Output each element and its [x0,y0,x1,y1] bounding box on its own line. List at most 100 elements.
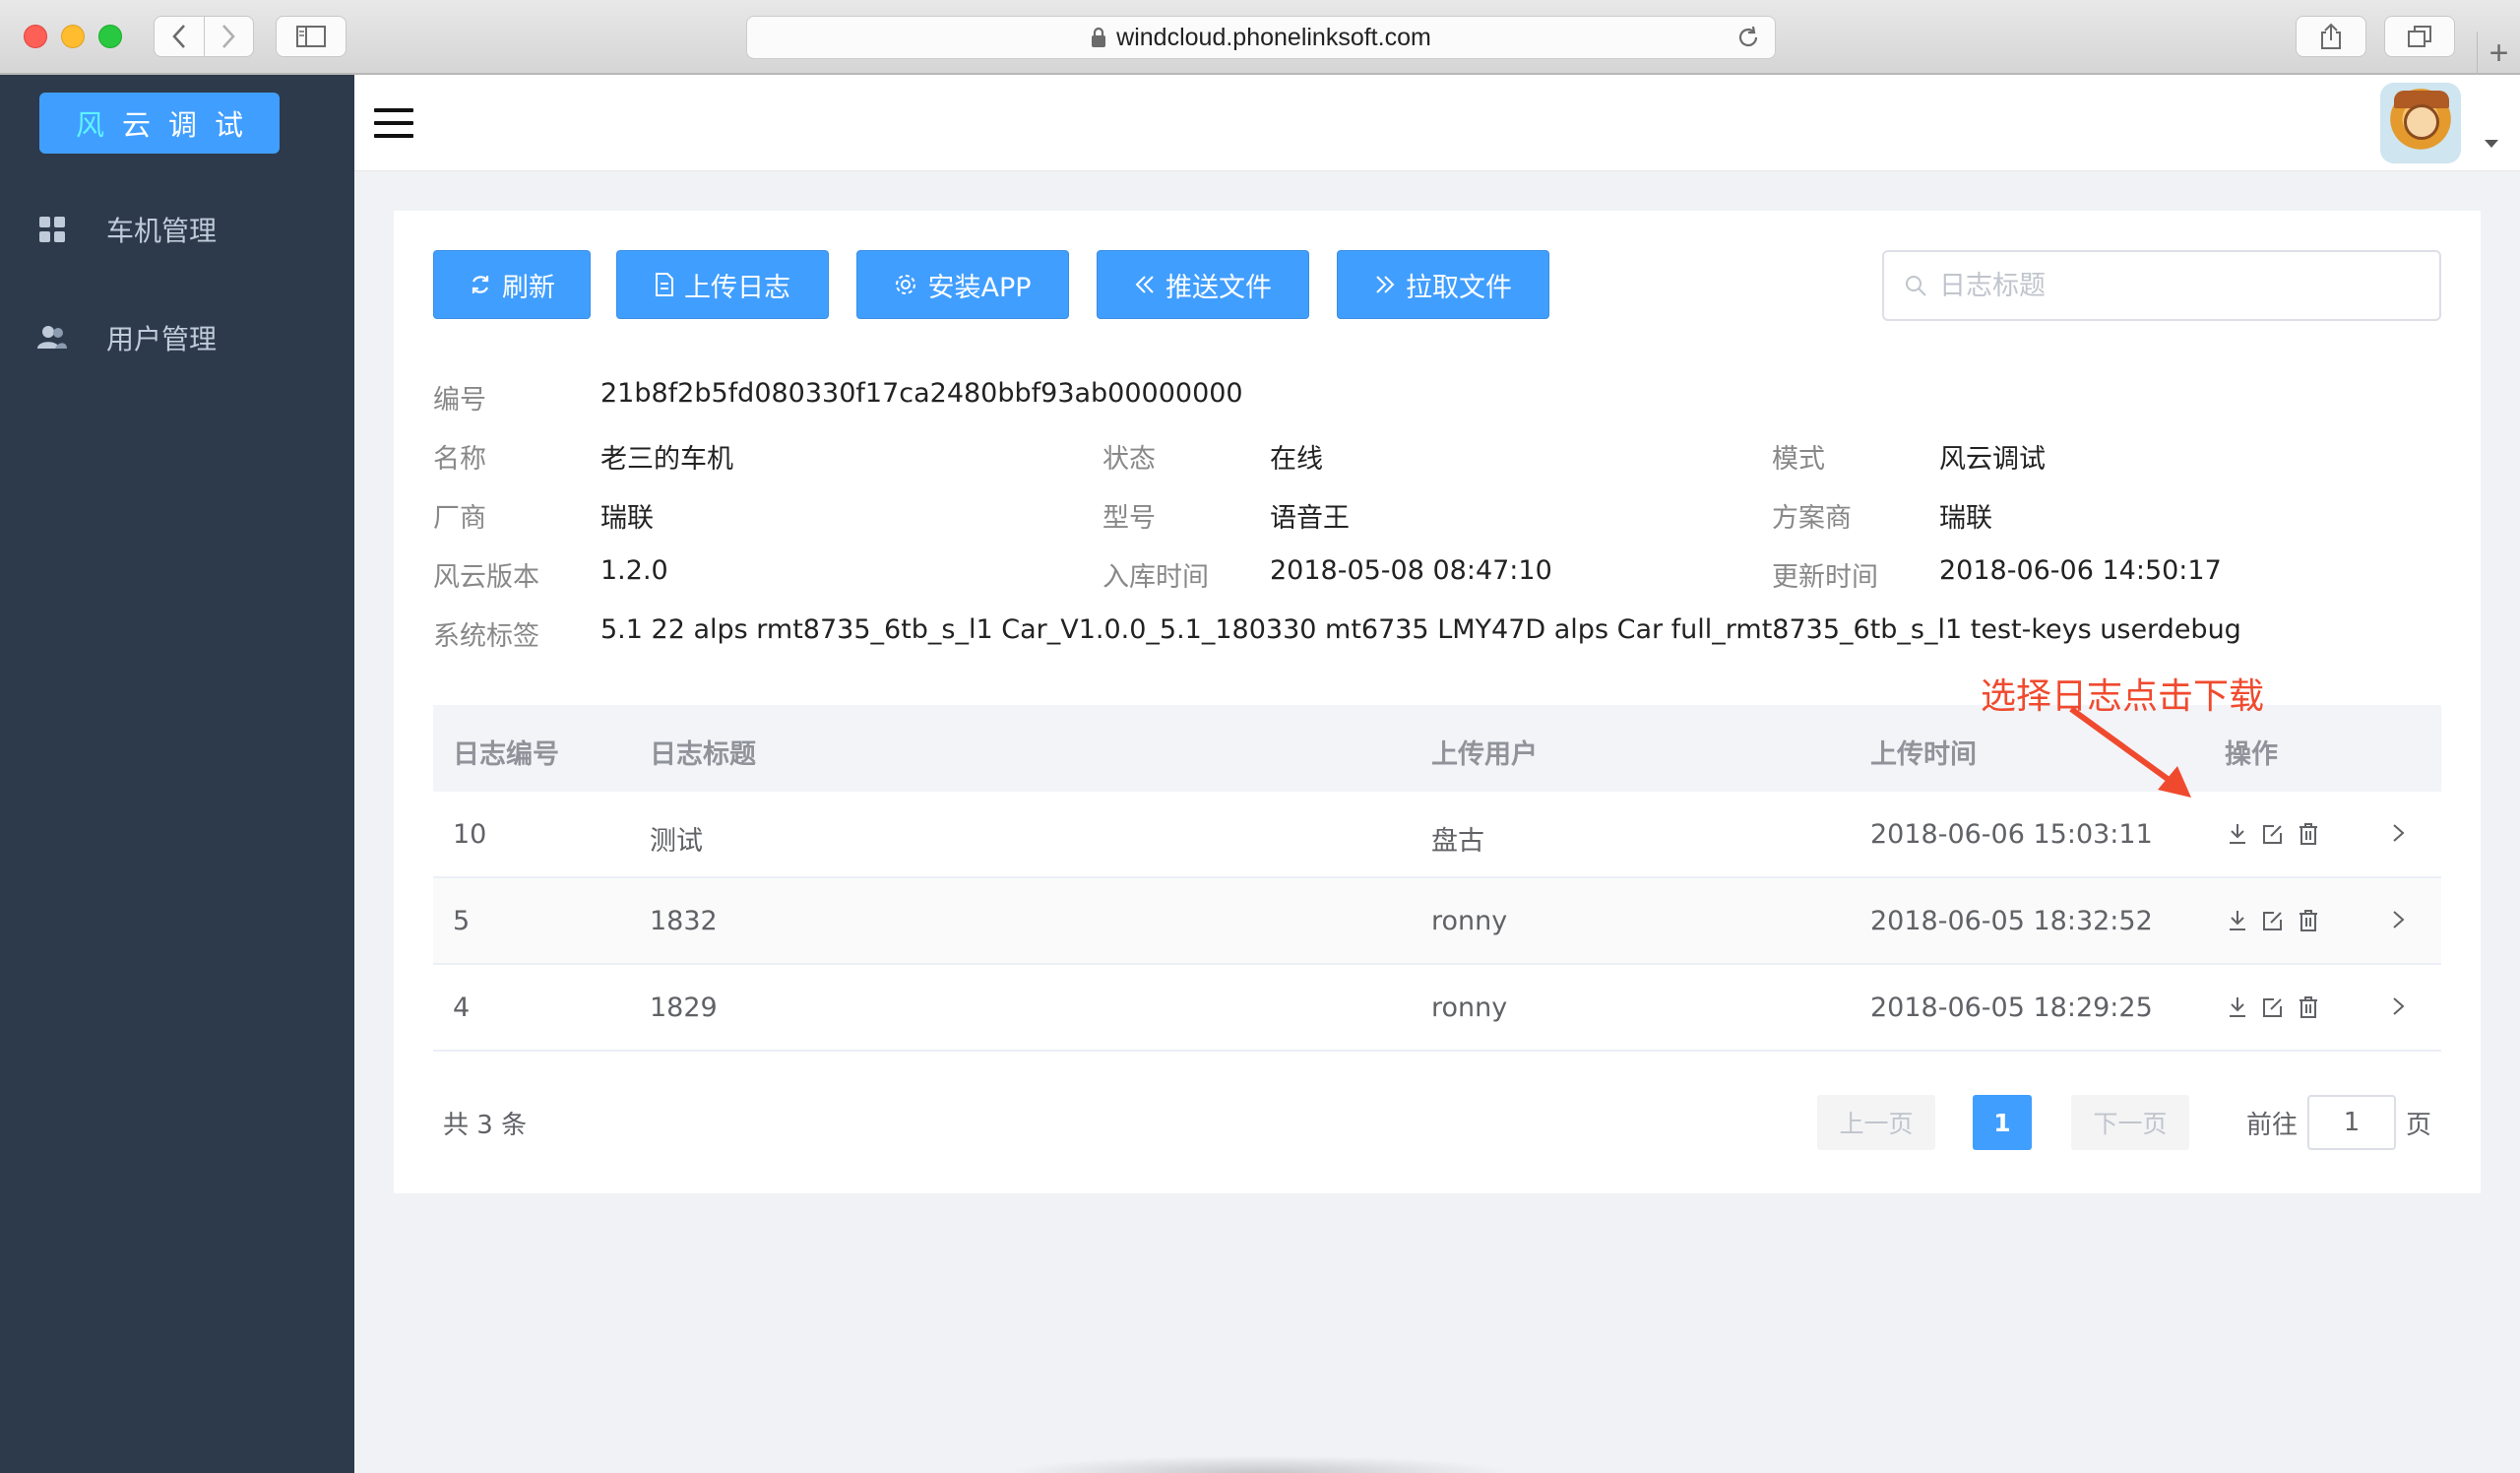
upload-time-cell: 2018-06-05 18:29:25 [1870,993,2153,1023]
push-file-button[interactable]: 推送文件 [1097,250,1309,319]
forward-button[interactable] [203,17,254,56]
pull-file-label: 拉取文件 [1406,272,1512,303]
column-header-log-id: 日志编号 [453,739,559,770]
delete-icon[interactable] [2296,819,2321,849]
log-title-cell: 1832 [650,906,718,936]
sidebar-item-label: 用户管理 [106,323,218,355]
refresh-label: 刷新 [502,272,555,303]
log-title-cell: 1829 [650,993,718,1023]
upload-user-cell: ronny [1431,906,1508,936]
column-header-upload-time: 上传时间 [1870,739,1977,770]
sidebar-item-user-management[interactable]: 用户管理 [0,303,354,372]
upload-log-label: 上传日志 [684,272,790,303]
tabs-icon [2408,26,2431,47]
brand-rest: 云调试 [122,108,262,142]
upload-user-cell: ronny [1431,993,1508,1023]
page-1-button[interactable]: 1 [1973,1095,2032,1150]
device-name-value: 老三的车机 [600,444,733,475]
sidebar-icon [296,26,326,47]
chevron-right-icon [222,25,236,48]
column-header-actions: 操作 [2225,739,2278,770]
sidebar: 风云调试 车机管理 用户管理 [0,75,354,1473]
expand-chevron-icon[interactable] [2392,821,2406,845]
gear-icon [894,273,917,296]
expand-chevron-icon[interactable] [2392,994,2406,1018]
share-button[interactable] [2296,16,2366,57]
delete-icon[interactable] [2296,906,2321,935]
refresh-button[interactable]: 刷新 [433,250,591,319]
close-window-button[interactable] [24,25,47,48]
solution-provider-label: 方案商 [1772,503,1852,534]
hamburger-menu-icon[interactable] [374,108,413,140]
document-icon [655,273,674,296]
stock-time-value: 2018-05-08 08:47:10 [1270,555,1552,586]
lock-icon [1092,27,1106,47]
column-header-log-title: 日志标题 [650,739,756,770]
top-navbar [354,75,2520,171]
install-app-button[interactable]: 安装APP [856,250,1069,319]
caret-down-icon[interactable] [2485,140,2498,148]
delete-icon[interactable] [2296,993,2321,1022]
download-icon[interactable] [2225,819,2250,849]
search-input[interactable] [1939,270,2412,301]
edit-icon[interactable] [2260,906,2286,935]
upload-time-cell: 2018-06-06 15:03:11 [1870,819,2153,850]
download-icon[interactable] [2225,993,2250,1022]
version-value: 1.2.0 [600,555,668,586]
table-row[interactable]: 4 1829 ronny 2018-06-05 18:29:25 [433,965,2441,1052]
url-text: windcloud.phonelinksoft.com [1116,23,1431,51]
browser-toolbar: windcloud.phonelinksoft.com + [0,0,2520,75]
back-button[interactable] [155,17,204,56]
push-file-label: 推送文件 [1166,272,1272,303]
upload-user-cell: 盘古 [1431,826,1484,857]
brand-logo[interactable]: 风云调试 [39,93,280,154]
download-icon[interactable] [2225,906,2250,935]
mode-label: 模式 [1772,444,1825,475]
history-nav [154,16,254,57]
install-app-label: 安装APP [927,272,1032,303]
solution-provider-value: 瑞联 [1939,503,1992,534]
tabs-overview-button[interactable] [2384,16,2455,57]
upload-time-cell: 2018-06-05 18:32:52 [1870,906,2153,936]
total-count: 共 3 条 [443,1111,528,1140]
next-page-button[interactable]: 下一页 [2071,1095,2189,1150]
goto-prefix: 前往 [2246,1111,2299,1140]
device-detail-card: 刷新 上传日志 安装APP 推送文件 拉取文件 编号 21b8f2b5fd080… [394,211,2481,1193]
log-id-cell: 10 [453,819,487,850]
version-label: 风云版本 [433,562,539,593]
log-title-search[interactable] [1882,250,2441,321]
user-avatar[interactable] [2380,83,2461,163]
log-title-cell: 测试 [650,826,703,857]
edit-icon[interactable] [2260,993,2286,1022]
address-bar[interactable]: windcloud.phonelinksoft.com [746,16,1776,59]
refresh-icon [469,273,492,296]
grid-icon [37,215,67,244]
table-row[interactable]: 5 1832 ronny 2018-06-05 18:32:52 [433,878,2441,965]
model-value: 语音王 [1270,503,1350,534]
system-tags-value: 5.1 22 alps rmt8735_6tb_s_l1 Car_V1.0.0_… [600,614,2241,645]
expand-chevron-icon[interactable] [2392,908,2406,931]
upload-log-button[interactable]: 上传日志 [616,250,829,319]
zoom-window-button[interactable] [98,25,122,48]
search-icon [1906,276,1926,296]
vendor-label: 厂商 [433,503,486,534]
users-icon [37,323,67,352]
status-label: 状态 [1102,444,1156,475]
sidebar-item-device-management[interactable]: 车机管理 [0,195,354,264]
annotation-arrow-icon [2069,706,2191,798]
reload-icon[interactable] [1735,25,1761,50]
goto-suffix: 页 [2406,1111,2432,1140]
prev-page-button[interactable]: 上一页 [1817,1095,1935,1150]
table-row[interactable]: 10 测试 盘古 2018-06-06 15:03:11 [433,792,2441,878]
stock-time-label: 入库时间 [1102,562,1209,593]
pull-file-button[interactable]: 拉取文件 [1337,250,1549,319]
device-id-label: 编号 [433,385,486,416]
goto-page-input[interactable] [2307,1095,2396,1150]
model-label: 型号 [1102,503,1156,534]
sidebar-toggle-button[interactable] [276,16,346,57]
minimize-window-button[interactable] [61,25,85,48]
vendor-value: 瑞联 [600,503,654,534]
device-name-label: 名称 [433,444,486,475]
edit-icon[interactable] [2260,819,2286,849]
new-tab-button[interactable]: + [2477,32,2520,75]
